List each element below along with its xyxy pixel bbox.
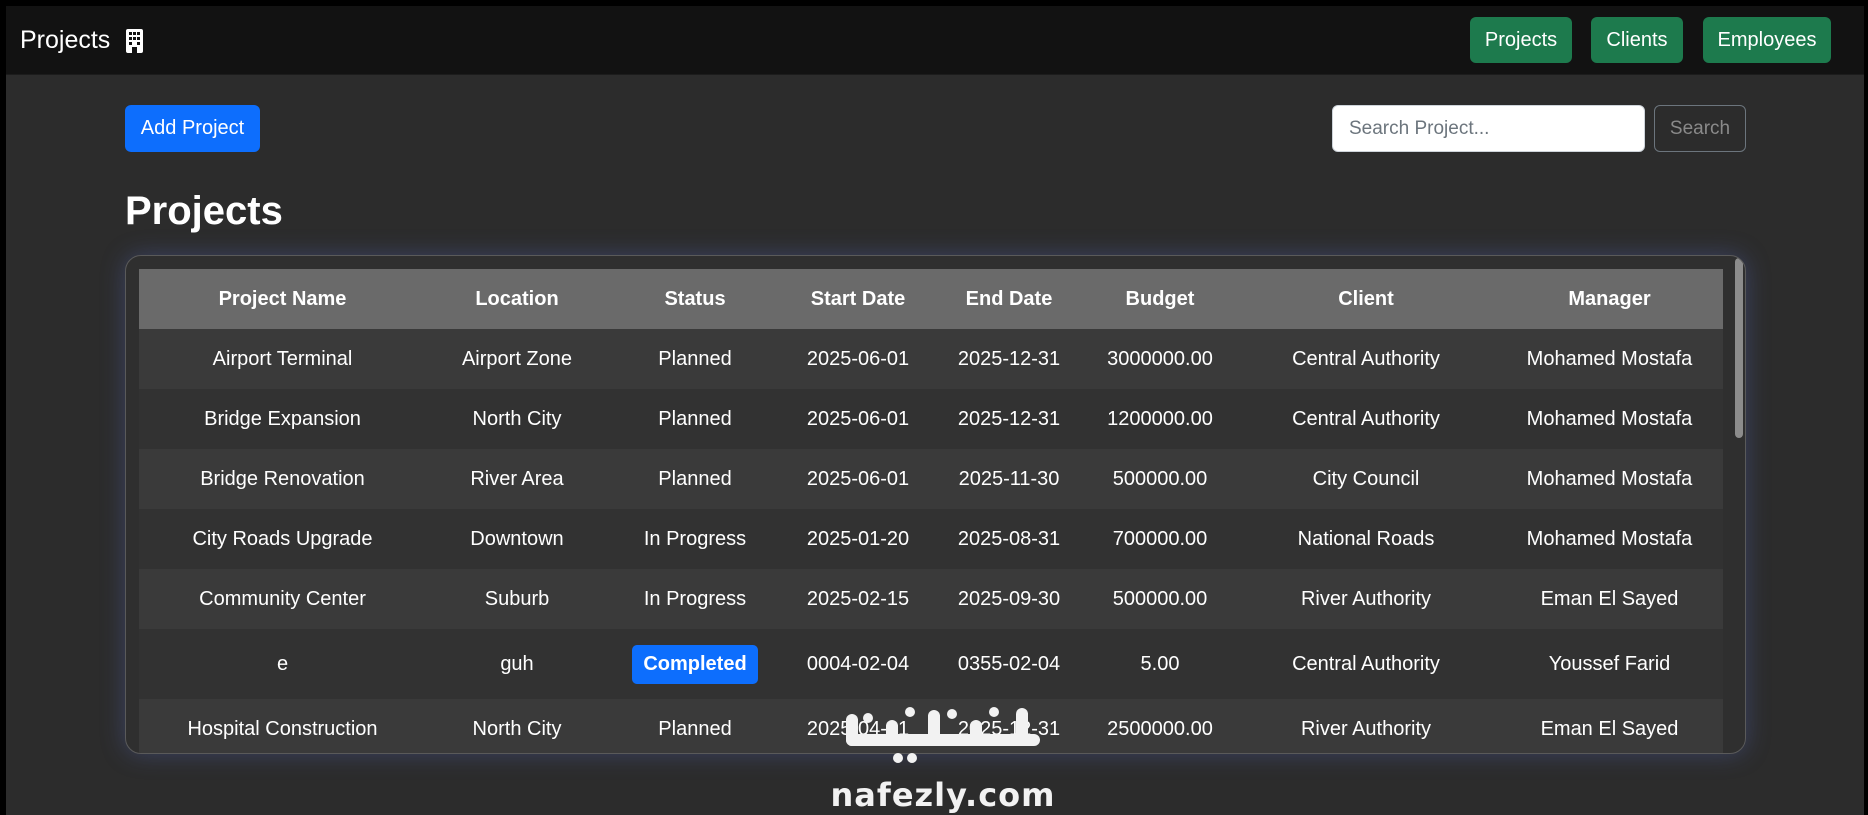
cell-budget: 500000.00 — [1084, 569, 1236, 629]
cell-client: Central Authority — [1236, 629, 1496, 699]
add-project-button[interactable]: Add Project — [125, 105, 260, 152]
column-header-status[interactable]: Status — [608, 269, 782, 329]
cell-status: In Progress — [608, 569, 782, 629]
top-navbar: Projects Projects Clients Employees — [6, 6, 1864, 75]
cell-status: Planned — [608, 329, 782, 389]
cell-manager: Mohamed Mostafa — [1496, 389, 1723, 449]
column-header-budget[interactable]: Budget — [1084, 269, 1236, 329]
cell-client: Central Authority — [1236, 329, 1496, 389]
cell-location: Downtown — [426, 509, 608, 569]
column-header-manager[interactable]: Manager — [1496, 269, 1723, 329]
cell-client: River Authority — [1236, 699, 1496, 753]
table-row[interactable]: Hospital Construction North City Planned… — [139, 699, 1723, 753]
search-button[interactable]: Search — [1654, 105, 1746, 152]
cell-manager: Eman El Sayed — [1496, 569, 1723, 629]
cell-location: Suburb — [426, 569, 608, 629]
cell-start-date: 2025-06-01 — [782, 389, 934, 449]
cell-budget: 3000000.00 — [1084, 329, 1236, 389]
column-header-start-date[interactable]: Start Date — [782, 269, 934, 329]
cell-end-date: 2025-09-30 — [934, 569, 1084, 629]
table-row[interactable]: Community Center Suburb In Progress 2025… — [139, 569, 1723, 629]
cell-status: Planned — [608, 699, 782, 753]
column-header-end-date[interactable]: End Date — [934, 269, 1084, 329]
table-scrollbar[interactable] — [1735, 258, 1743, 438]
cell-end-date: 0355-02-04 — [934, 629, 1084, 699]
cell-start-date: 2025-01-20 — [782, 509, 934, 569]
cell-budget: 700000.00 — [1084, 509, 1236, 569]
cell-status: Completed — [608, 629, 782, 699]
building-icon — [126, 28, 144, 53]
cell-budget: 5.00 — [1084, 629, 1236, 699]
cell-manager: Mohamed Mostafa — [1496, 509, 1723, 569]
cell-start-date: 2025-04-01 — [782, 699, 934, 753]
cell-project-name: Bridge Expansion — [139, 389, 426, 449]
app-window: Projects Projects Clients Employees Add … — [6, 6, 1864, 815]
cell-budget: 1200000.00 — [1084, 389, 1236, 449]
table-header-row: Project Name Location Status Start Date … — [139, 269, 1723, 329]
cell-location: guh — [426, 629, 608, 699]
cell-budget: 500000.00 — [1084, 449, 1236, 509]
cell-location: River Area — [426, 449, 608, 509]
nav-clients-button[interactable]: Clients — [1591, 17, 1683, 63]
table-row[interactable]: Airport Terminal Airport Zone Planned 20… — [139, 329, 1723, 389]
cell-location: North City — [426, 389, 608, 449]
cell-client: City Council — [1236, 449, 1496, 509]
cell-status: Planned — [608, 389, 782, 449]
watermark-text: nafezly.com — [830, 776, 1056, 814]
cell-manager: Youssef Farid — [1496, 629, 1723, 699]
table-row[interactable]: Bridge Expansion North City Planned 2025… — [139, 389, 1723, 449]
cell-client: National Roads — [1236, 509, 1496, 569]
cell-project-name: Hospital Construction — [139, 699, 426, 753]
cell-start-date: 2025-02-15 — [782, 569, 934, 629]
cell-end-date: 2025-12-31 — [934, 389, 1084, 449]
column-header-client[interactable]: Client — [1236, 269, 1496, 329]
cell-project-name: Bridge Renovation — [139, 449, 426, 509]
cell-client: River Authority — [1236, 569, 1496, 629]
projects-table: Project Name Location Status Start Date … — [139, 269, 1723, 753]
cell-location: North City — [426, 699, 608, 753]
cell-start-date: 2025-06-01 — [782, 449, 934, 509]
cell-start-date: 0004-02-04 — [782, 629, 934, 699]
status-badge: Completed — [632, 644, 758, 684]
nav-projects-button[interactable]: Projects — [1470, 17, 1572, 63]
cell-end-date: 2025-12-31 — [934, 699, 1084, 753]
brand-title: Projects — [20, 26, 111, 54]
cell-end-date: 2025-11-30 — [934, 449, 1084, 509]
page-title: Projects — [125, 189, 283, 233]
table-scroll-area[interactable]: Project Name Location Status Start Date … — [139, 269, 1723, 753]
cell-project-name: Community Center — [139, 569, 426, 629]
navbar-brand[interactable]: Projects — [20, 26, 144, 55]
cell-start-date: 2025-06-01 — [782, 329, 934, 389]
cell-manager: Eman El Sayed — [1496, 699, 1723, 753]
column-header-project-name[interactable]: Project Name — [139, 269, 426, 329]
table-row[interactable]: Bridge Renovation River Area Planned 202… — [139, 449, 1723, 509]
cell-location: Airport Zone — [426, 329, 608, 389]
cell-manager: Mohamed Mostafa — [1496, 329, 1723, 389]
column-header-location[interactable]: Location — [426, 269, 608, 329]
nav-employees-button[interactable]: Employees — [1703, 17, 1831, 63]
cell-status: In Progress — [608, 509, 782, 569]
cell-project-name: City Roads Upgrade — [139, 509, 426, 569]
search-input[interactable] — [1332, 105, 1645, 152]
table-row[interactable]: e guh Completed 0004-02-04 0355-02-04 5.… — [139, 629, 1723, 699]
cell-budget: 2500000.00 — [1084, 699, 1236, 753]
projects-table-card: Project Name Location Status Start Date … — [125, 255, 1746, 754]
cell-project-name: Airport Terminal — [139, 329, 426, 389]
cell-manager: Mohamed Mostafa — [1496, 449, 1723, 509]
cell-end-date: 2025-12-31 — [934, 329, 1084, 389]
cell-end-date: 2025-08-31 — [934, 509, 1084, 569]
cell-client: Central Authority — [1236, 389, 1496, 449]
table-row[interactable]: City Roads Upgrade Downtown In Progress … — [139, 509, 1723, 569]
cell-status: Planned — [608, 449, 782, 509]
cell-project-name: e — [139, 629, 426, 699]
